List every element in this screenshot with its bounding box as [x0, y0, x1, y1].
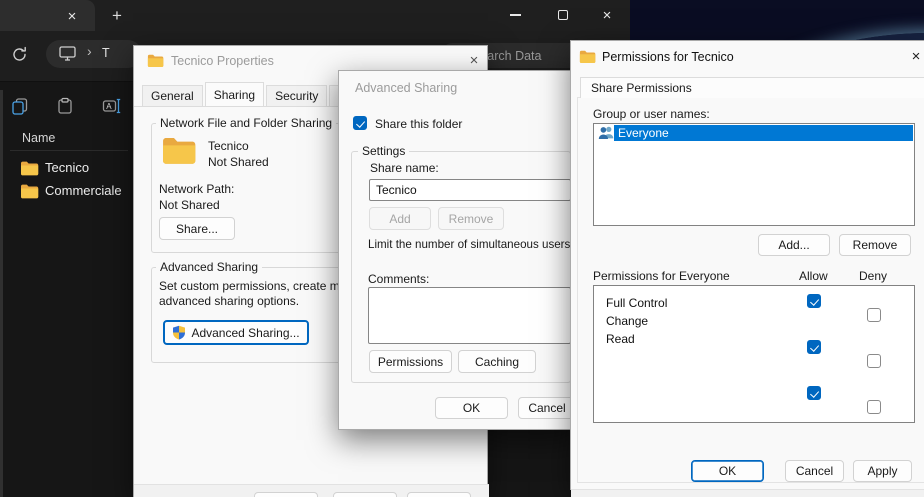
close-icon[interactable]: × [907, 47, 924, 65]
cancel-button[interactable]: Cancel [785, 460, 844, 482]
chevron-right-icon: › [87, 43, 92, 59]
limit-users-label: Limit the number of simultaneous users t… [368, 238, 574, 251]
folder-icon [147, 53, 164, 71]
share-name-input[interactable]: Tecnico [369, 179, 571, 201]
everyone-group-icon [598, 125, 615, 140]
share-button[interactable]: Share... [159, 217, 235, 240]
deny-checkbox-full-control[interactable] [867, 308, 881, 322]
cancel-button[interactable]: Cancel [333, 492, 397, 497]
ok-button[interactable]: OK [435, 397, 508, 419]
folder-icon [579, 49, 596, 67]
remove-button[interactable]: Remove [839, 234, 911, 256]
folder-icon-large [161, 135, 197, 168]
group-usernames-label: Group or user names: [593, 107, 710, 121]
close-icon[interactable]: × [465, 51, 483, 69]
breadcrumb-text: T [102, 46, 110, 60]
list-item-tecnico[interactable]: Tecnico [8, 156, 130, 179]
apply-button[interactable]: Apply [853, 460, 912, 482]
folder-icon [20, 160, 39, 176]
header-separator [10, 150, 128, 151]
tab-sharing[interactable]: Sharing [205, 82, 264, 106]
minimize-button[interactable] [493, 0, 537, 30]
ok-button[interactable]: OK [254, 492, 318, 497]
svg-text:A: A [106, 102, 112, 111]
apply-button[interactable]: Apply [407, 492, 471, 497]
advanced-sharing-group-label: Advanced Sharing [156, 261, 262, 273]
column-header-name[interactable]: Name [14, 131, 55, 145]
allow-checkbox-read[interactable] [807, 386, 821, 400]
minimize-icon [510, 14, 521, 15]
this-pc-icon [59, 46, 76, 66]
share-name-label: Share name: [370, 161, 439, 175]
permission-row-read: Read [606, 330, 635, 348]
uac-shield-icon [172, 325, 186, 340]
deny-checkbox-read[interactable] [867, 400, 881, 414]
paste-icon[interactable] [50, 91, 80, 121]
deny-column-header: Deny [859, 269, 887, 283]
network-path-label: Network Path: [159, 182, 234, 196]
shared-folder-name: Tecnico [208, 139, 249, 153]
folder-icon [20, 183, 39, 199]
comments-input[interactable] [368, 287, 571, 344]
comments-label: Comments: [368, 272, 429, 286]
advanced-sharing-dialog: Advanced Sharing Share this folder Setti… [338, 70, 578, 430]
network-path-value: Not Shared [159, 198, 220, 212]
rename-icon[interactable]: A [97, 91, 127, 121]
ok-button[interactable]: OK [691, 460, 764, 482]
advanced-sharing-button[interactable]: Advanced Sharing... [163, 320, 309, 345]
dialog-title: Tecnico Properties [171, 54, 274, 68]
explorer-tab-bar: × + × [0, 0, 630, 31]
window-close-button[interactable]: × [585, 0, 629, 30]
permissions-listbox[interactable]: Full Control Change Read [593, 285, 915, 423]
tab-close-icon[interactable]: × [62, 6, 82, 26]
permissions-footer [571, 489, 924, 497]
permissions-for-label: Permissions for Everyone [593, 269, 730, 283]
settings-group-label: Settings [358, 145, 409, 157]
tab-share-permissions[interactable]: Share Permissions [580, 77, 924, 98]
list-item-label: Everyone [618, 126, 669, 140]
allow-checkbox-change[interactable] [807, 340, 821, 354]
dialog-title: Permissions for Tecnico [602, 50, 734, 64]
list-item-commerciale[interactable]: Commerciale [8, 179, 130, 202]
permissions-dialog: Permissions for Tecnico × Share Permissi… [570, 40, 924, 490]
permission-row-full-control: Full Control [606, 294, 667, 312]
permissions-button[interactable]: Permissions [369, 350, 452, 373]
list-item-everyone[interactable]: Everyone [594, 124, 914, 142]
share-this-folder-checkbox[interactable] [353, 116, 367, 130]
shared-folder-state: Not Shared [208, 155, 269, 169]
permission-row-change: Change [606, 312, 648, 330]
maximize-icon [558, 10, 568, 20]
tab-general[interactable]: General [142, 85, 203, 106]
advanced-sharing-button-label: Advanced Sharing... [191, 326, 299, 340]
dialog-title: Advanced Sharing [355, 81, 457, 95]
allow-checkbox-full-control[interactable] [807, 294, 821, 308]
caching-button[interactable]: Caching [458, 350, 536, 373]
screen: × + × › T Search Data [0, 0, 924, 497]
add-button[interactable]: Add [369, 207, 431, 230]
list-item-label: Commerciale [45, 183, 122, 198]
close-icon: × [603, 7, 612, 24]
add-button[interactable]: Add... [758, 234, 830, 256]
list-item-label: Tecnico [45, 160, 89, 175]
copy-icon[interactable] [5, 91, 35, 121]
share-this-folder-label: Share this folder [375, 117, 462, 131]
network-sharing-group-label: Network File and Folder Sharing [156, 117, 336, 129]
breadcrumb[interactable]: › T [46, 40, 142, 68]
new-tab-icon[interactable]: + [106, 5, 128, 27]
tab-security[interactable]: Security [266, 85, 327, 106]
allow-column-header: Allow [799, 269, 828, 283]
group-usernames-listbox[interactable]: Everyone [593, 123, 915, 226]
remove-button[interactable]: Remove [438, 207, 504, 230]
refresh-icon[interactable] [11, 46, 28, 68]
cancel-button[interactable]: Cancel [518, 397, 576, 419]
deny-checkbox-change[interactable] [867, 354, 881, 368]
maximize-button[interactable] [541, 0, 585, 30]
window-left-edge [0, 90, 3, 497]
